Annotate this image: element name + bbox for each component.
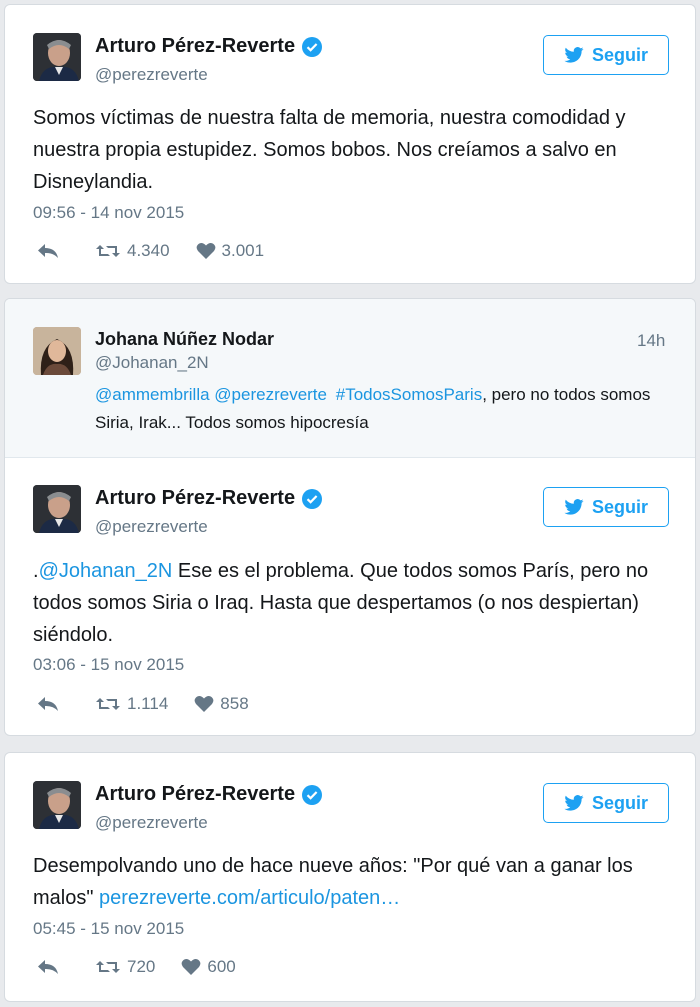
like-count: 3.001 <box>221 241 265 260</box>
article-link[interactable]: perezreverte.com/articulo/paten… <box>99 887 400 909</box>
author-name[interactable]: Arturo Pérez-Reverte <box>95 487 295 510</box>
author-handle[interactable]: @perezreverte <box>95 517 208 537</box>
reply-author-handle[interactable]: @Johanan_2N <box>95 353 209 373</box>
follow-label: Seguir <box>591 496 648 517</box>
mention-link[interactable]: @ammembrilla <box>95 385 210 404</box>
reply-avatar[interactable] <box>33 327 81 375</box>
retweet-count: 4.340 <box>127 241 170 260</box>
twitter-bird-icon <box>564 499 584 515</box>
avatar[interactable] <box>33 781 81 829</box>
tweet-timestamp[interactable]: 09:56 - 14 nov 2015 <box>33 203 184 223</box>
twitter-bird-icon <box>564 47 584 63</box>
follow-label: Seguir <box>591 44 648 65</box>
reply-button[interactable] <box>37 696 59 712</box>
heart-icon <box>181 959 201 975</box>
retweet-button[interactable]: 720 <box>95 957 155 977</box>
like-button[interactable]: 3.001 <box>196 241 265 261</box>
retweet-button[interactable]: 4.340 <box>95 241 170 261</box>
avatar[interactable] <box>33 33 81 81</box>
tweet-text: Somos víctimas de nuestra falta de memor… <box>33 107 626 193</box>
tweet-card-2: Johana Núñez Nodar @Johanan_2N 14h @amme… <box>4 298 696 736</box>
hashtag-link[interactable]: #TodosSomosParis <box>336 385 482 404</box>
tweet-timestamp[interactable]: 05:45 - 15 nov 2015 <box>33 919 184 939</box>
verified-icon <box>302 36 323 57</box>
retweet-count: 720 <box>127 957 156 976</box>
reply-icon <box>38 960 58 974</box>
tweet-card-3: Arturo Pérez-Reverte @perezreverte Segui… <box>4 752 696 1002</box>
retweet-icon <box>96 698 120 710</box>
author-handle[interactable]: @perezreverte <box>95 813 208 833</box>
mention-link[interactable]: @perezreverte <box>214 385 327 404</box>
retweet-button[interactable]: 1.114 <box>95 694 168 714</box>
tweet-timestamp[interactable]: 03:06 - 15 nov 2015 <box>33 655 184 675</box>
like-count: 858 <box>220 694 249 713</box>
like-button[interactable]: 858 <box>194 694 249 714</box>
verified-icon <box>302 488 323 509</box>
reply-button[interactable] <box>37 959 59 975</box>
tweet-text-block: Desempolvando uno de hace nueve años: "P… <box>33 850 683 914</box>
author-handle[interactable]: @perezreverte <box>95 65 208 85</box>
mention-link[interactable]: @Johanan_2N <box>39 560 173 582</box>
verified-icon <box>302 784 323 805</box>
tweet-text-block: .@Johanan_2N Ese es el problema. Que tod… <box>33 555 683 651</box>
twitter-bird-icon <box>564 795 584 811</box>
like-count: 600 <box>207 957 236 976</box>
heart-icon <box>196 243 215 259</box>
tweet-card-1: Arturo Pérez-Reverte @perezreverte Segui… <box>4 4 696 284</box>
retweet-icon <box>96 961 120 973</box>
reply-age[interactable]: 14h <box>637 331 665 351</box>
follow-button[interactable]: Seguir <box>543 35 669 75</box>
reply-button[interactable] <box>37 243 59 259</box>
like-button[interactable]: 600 <box>181 957 236 977</box>
retweet-count: 1.114 <box>127 694 169 713</box>
in-reply-to-tweet[interactable]: Johana Núñez Nodar @Johanan_2N 14h @amme… <box>5 299 695 458</box>
avatar[interactable] <box>33 485 81 533</box>
reply-icon <box>38 244 58 258</box>
reply-icon <box>38 697 58 711</box>
author-name[interactable]: Arturo Pérez-Reverte <box>95 35 295 58</box>
follow-label: Seguir <box>591 792 648 813</box>
retweet-icon <box>96 245 120 257</box>
follow-button[interactable]: Seguir <box>543 487 669 527</box>
reply-author-name[interactable]: Johana Núñez Nodar <box>95 329 274 350</box>
follow-button[interactable]: Seguir <box>543 783 669 823</box>
author-name[interactable]: Arturo Pérez-Reverte <box>95 783 295 806</box>
heart-icon <box>194 696 214 712</box>
reply-text-block: @ammembrilla @perezreverte #TodosSomosPa… <box>95 381 675 437</box>
